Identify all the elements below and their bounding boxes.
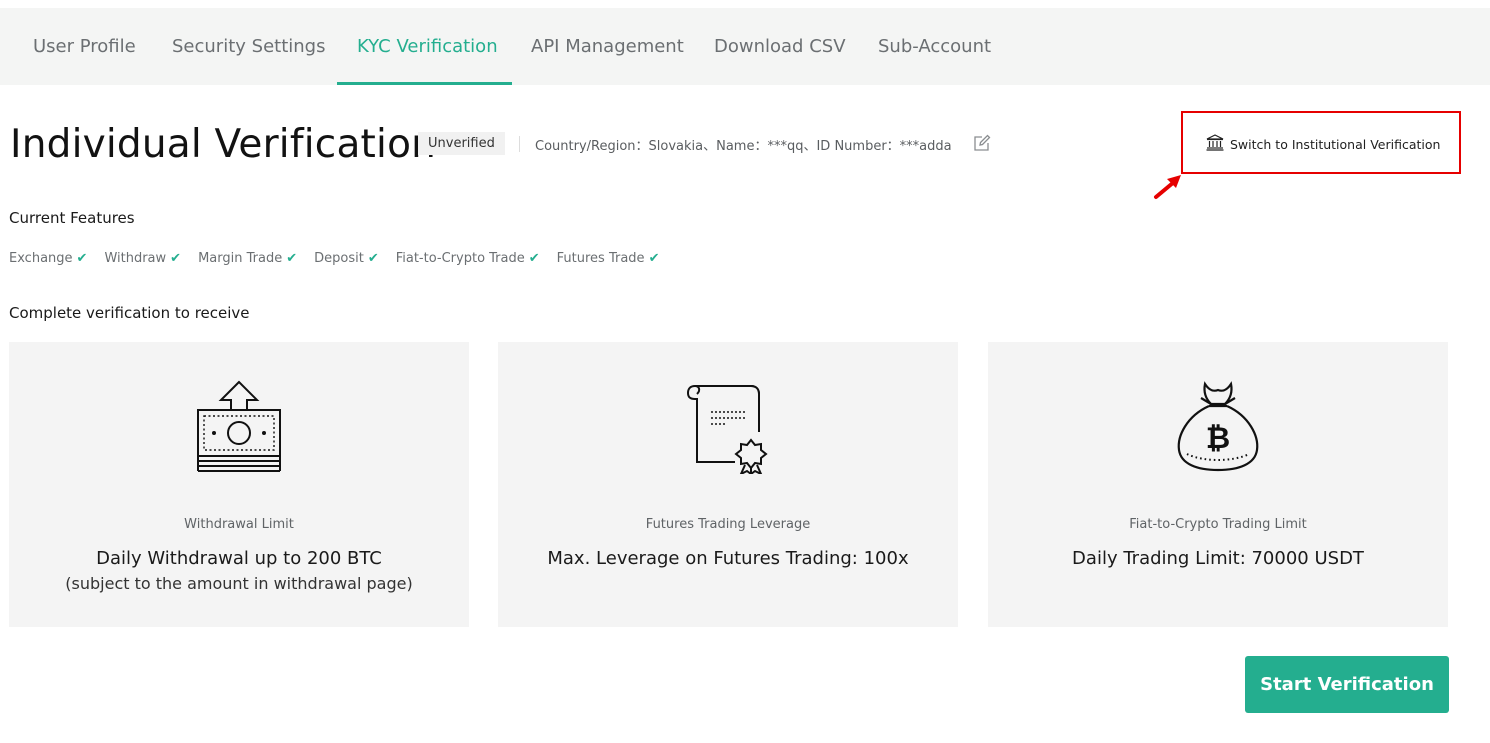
check-icon: ✔ bbox=[528, 250, 540, 266]
tab-bar: User Profile Security Settings KYC Verif… bbox=[0, 8, 1490, 85]
certificate-icon bbox=[498, 380, 958, 480]
switch-institutional-link[interactable]: Switch to Institutional Verification bbox=[1206, 134, 1440, 154]
identity-info: Country/Region：Slovakia、Name：***qq、ID Nu… bbox=[535, 139, 952, 154]
tab-sub-account[interactable]: Sub-Account bbox=[878, 8, 991, 85]
benefit-card-leverage: Futures Trading Leverage Max. Leverage o… bbox=[498, 342, 958, 627]
receive-heading: Complete verification to receive bbox=[9, 304, 250, 322]
switch-institutional-label: Switch to Institutional Verification bbox=[1230, 136, 1441, 152]
tab-kyc-verification[interactable]: KYC Verification bbox=[357, 8, 498, 85]
card-caption: Futures Trading Leverage bbox=[645, 517, 811, 532]
feature-label: Deposit bbox=[314, 250, 364, 266]
feature-label: Margin Trade bbox=[198, 250, 283, 266]
header-divider bbox=[519, 136, 520, 152]
feature-item: Withdraw ✔ bbox=[104, 249, 181, 267]
feature-item: Futures Trade ✔ bbox=[557, 249, 660, 267]
page-title: Individual Verification bbox=[10, 122, 437, 167]
card-sub-text: (subject to the amount in withdrawal pag… bbox=[65, 574, 413, 593]
annotation-arrow-icon bbox=[1154, 175, 1181, 199]
card-caption: Fiat-to-Crypto Trading Limit bbox=[1129, 517, 1307, 532]
feature-item: Exchange ✔ bbox=[9, 249, 87, 267]
active-tab-indicator bbox=[337, 82, 512, 85]
check-icon: ✔ bbox=[76, 250, 88, 266]
tab-security-settings[interactable]: Security Settings bbox=[172, 8, 325, 85]
check-icon: ✔ bbox=[367, 250, 379, 266]
edit-icon[interactable] bbox=[972, 133, 992, 153]
current-features-heading: Current Features bbox=[9, 209, 135, 227]
benefit-card-trading-limit: ₿ Fiat-to-Crypto Trading Limit Daily Tra… bbox=[988, 342, 1448, 627]
tab-api-management[interactable]: API Management bbox=[531, 8, 684, 85]
benefit-card-withdrawal: Withdrawal Limit Daily Withdrawal up to … bbox=[9, 342, 469, 627]
current-features-list: Exchange ✔ Withdraw ✔ Margin Trade ✔ Deposi… bbox=[9, 249, 659, 267]
cash-upload-icon bbox=[9, 380, 469, 480]
bitcoin-bag-icon: ₿ bbox=[988, 380, 1448, 480]
feature-label: Futures Trade bbox=[556, 250, 645, 266]
status-badge: Unverified bbox=[418, 132, 505, 155]
tab-user-profile[interactable]: User Profile bbox=[33, 8, 136, 85]
feature-label: Withdraw bbox=[104, 250, 167, 266]
card-caption: Withdrawal Limit bbox=[184, 517, 294, 532]
svg-text:₿: ₿ bbox=[1206, 421, 1230, 456]
card-main-text: Daily Withdrawal up to 200 BTC bbox=[96, 548, 382, 569]
feature-item: Deposit ✔ bbox=[314, 249, 379, 267]
feature-item: Fiat-to-Crypto Trade ✔ bbox=[396, 249, 540, 267]
card-main-text: Max. Leverage on Futures Trading: 100x bbox=[547, 548, 909, 569]
check-icon: ✔ bbox=[170, 250, 182, 266]
check-icon: ✔ bbox=[648, 250, 660, 266]
check-icon: ✔ bbox=[286, 250, 298, 266]
bank-icon bbox=[1206, 134, 1224, 154]
feature-label: Exchange bbox=[9, 250, 73, 266]
feature-label: Fiat-to-Crypto Trade bbox=[395, 250, 525, 266]
tab-download-csv[interactable]: Download CSV bbox=[714, 8, 846, 85]
card-main-text: Daily Trading Limit: 70000 USDT bbox=[1072, 548, 1364, 569]
start-verification-button[interactable]: Start Verification bbox=[1245, 656, 1449, 713]
feature-item: Margin Trade ✔ bbox=[198, 249, 297, 267]
